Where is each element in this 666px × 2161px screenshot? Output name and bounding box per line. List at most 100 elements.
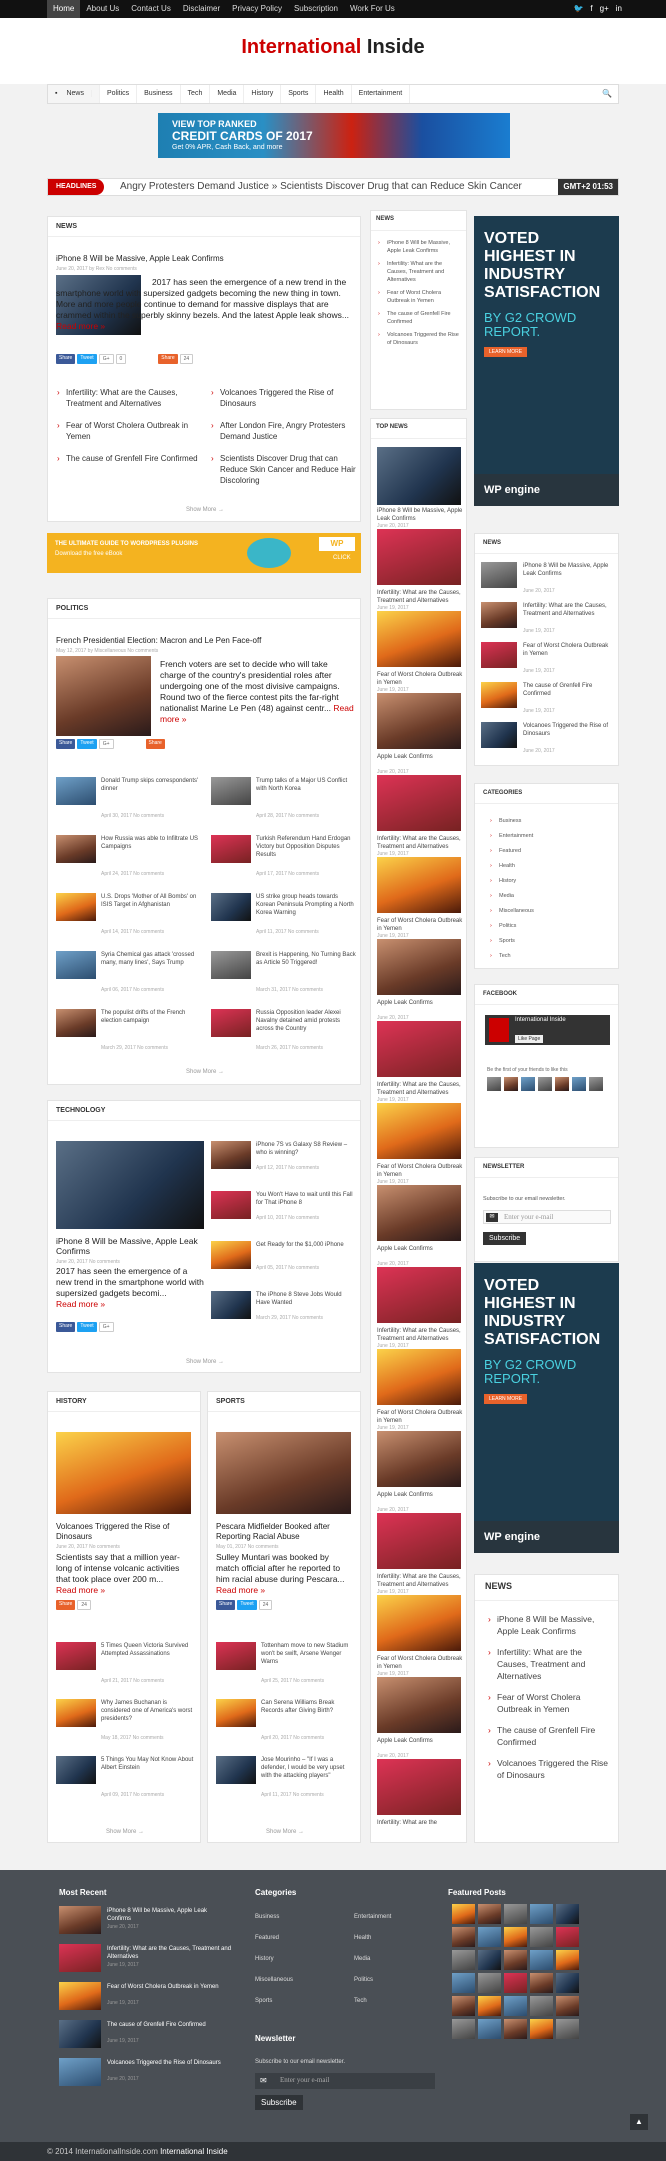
nav-news[interactable]: ▪ News	[48, 85, 100, 103]
share-pin-button[interactable]: Share	[145, 739, 165, 749]
footer-recent-title[interactable]: iPhone 8 Will be Massive, Apple Leak Con…	[107, 1907, 232, 1923]
list-title[interactable]: Russia Opposition leader Alexei Navalny …	[256, 1009, 356, 1033]
share-gplus-button[interactable]: G+	[98, 354, 114, 364]
tech-show-more[interactable]: Show More →	[48, 1359, 362, 1365]
list-title[interactable]: Turkish Referendum Hand Erdogan Victory …	[256, 835, 356, 859]
share-pin-button[interactable]: Share	[56, 1600, 76, 1610]
top-news-title[interactable]: Infertility: What are the Causes, Treatm…	[377, 589, 463, 605]
category-link[interactable]: Entertainment	[489, 829, 534, 844]
mid-news-link[interactable]: Infertility: What are the Causes, Treatm…	[377, 260, 463, 284]
fb-page-name[interactable]: International Inside	[515, 1017, 566, 1023]
list-thumb[interactable]	[211, 1191, 251, 1219]
sidebar-news-thumb[interactable]	[481, 642, 517, 668]
list-thumb[interactable]	[211, 777, 251, 805]
news-link[interactable]: Volcanoes Triggered the Rise of Dinosaur…	[210, 387, 358, 409]
news-show-more[interactable]: Show More →	[48, 507, 362, 513]
sidebar-news2-link[interactable]: The cause of Grenfell Fire Confirmed	[487, 1724, 612, 1748]
featured-thumb[interactable]	[504, 1950, 527, 1970]
featured-thumb[interactable]	[530, 1973, 553, 1993]
list-thumb[interactable]	[56, 777, 96, 805]
top-news-title[interactable]: Infertility: What are the Causes, Treatm…	[377, 1327, 463, 1343]
news-feature-title[interactable]: iPhone 8 Will be Massive, Apple Leak Con…	[56, 254, 346, 264]
footer-category-link[interactable]: Media	[354, 1956, 370, 1962]
list-title[interactable]: Syria Chemical gas attack 'crossed many,…	[101, 951, 201, 967]
footer-subscribe-button[interactable]: Subscribe	[255, 2095, 303, 2110]
share-gplus-button[interactable]: G+	[98, 739, 114, 749]
list-thumb[interactable]	[211, 1009, 251, 1037]
featured-thumb[interactable]	[478, 1950, 501, 1970]
footer-category-link[interactable]: Politics	[354, 1977, 373, 1983]
top-nav-home[interactable]: Home	[47, 0, 81, 18]
nav-tech[interactable]: Tech	[181, 85, 211, 103]
tech-read-more[interactable]: Read more »	[56, 1299, 105, 1309]
top-news-thumb[interactable]	[377, 857, 461, 913]
politics-feature-title[interactable]: French Presidential Election: Macron and…	[56, 636, 351, 646]
list-title[interactable]: The iPhone 8 Steve Jobs Would Have Wante…	[256, 1291, 356, 1307]
featured-thumb[interactable]	[478, 1973, 501, 1993]
list-title[interactable]: Tottenham move to new Stadium won't be s…	[261, 1642, 356, 1666]
top-nav-work[interactable]: Work For Us	[344, 0, 401, 18]
list-thumb[interactable]	[56, 1009, 96, 1037]
footer-recent-thumb[interactable]	[59, 1944, 101, 1972]
fb-like-button[interactable]: Like Page	[515, 1035, 544, 1043]
sidebar-news-title[interactable]: Volcanoes Triggered the Rise of Dinosaur…	[523, 722, 613, 738]
top-news-thumb[interactable]	[377, 1595, 461, 1651]
top-news-thumb[interactable]	[377, 1677, 461, 1733]
top-news-thumb[interactable]	[377, 693, 461, 749]
list-title[interactable]: Get Ready for the $1,000 iPhone	[256, 1241, 356, 1249]
top-news-title[interactable]: Apple Leak Confirms	[377, 999, 463, 1007]
featured-thumb[interactable]	[504, 1996, 527, 2016]
newsletter-field[interactable]: ✉ Enter your e-mail	[483, 1210, 611, 1224]
top-news-thumb[interactable]	[377, 1349, 461, 1405]
featured-thumb[interactable]	[452, 1996, 475, 2016]
footer-recent-title[interactable]: Volcanoes Triggered the Rise of Dinosaur…	[107, 2059, 232, 2067]
featured-thumb[interactable]	[530, 1904, 553, 1924]
category-link[interactable]: Media	[489, 889, 534, 904]
top-news-thumb[interactable]	[377, 611, 461, 667]
featured-thumb[interactable]	[556, 1996, 579, 2016]
list-thumb[interactable]	[216, 1642, 256, 1670]
share-gplus-button[interactable]: G+	[98, 1322, 114, 1332]
featured-thumb[interactable]	[556, 1927, 579, 1947]
footer-recent-thumb[interactable]	[59, 2058, 101, 2086]
subscribe-button[interactable]: Subscribe	[483, 1232, 527, 1245]
top-news-title[interactable]: Fear of Worst Cholera Outbreak in Yemen	[377, 1409, 463, 1425]
list-thumb[interactable]	[56, 1642, 96, 1670]
linkedin-icon[interactable]: in	[616, 4, 622, 13]
share-facebook-button[interactable]: Share	[56, 739, 76, 749]
google-plus-icon[interactable]: g+	[600, 4, 609, 13]
top-news-title[interactable]: iPhone 8 Will be Massive, Apple Leak Con…	[377, 507, 463, 523]
list-thumb[interactable]	[211, 1291, 251, 1319]
featured-thumb[interactable]	[556, 1973, 579, 1993]
nav-media[interactable]: Media	[210, 85, 245, 103]
sidebar-news2-link[interactable]: Volcanoes Triggered the Rise of Dinosaur…	[487, 1757, 612, 1781]
top-news-title[interactable]: Fear of Worst Cholera Outbreak in Yemen	[377, 1655, 463, 1671]
list-thumb[interactable]	[211, 893, 251, 921]
list-title[interactable]: Jose Mourinho – "If I was a defender, I …	[261, 1756, 356, 1780]
footer-category-link[interactable]: Health	[354, 1935, 371, 1941]
tech-feature-image[interactable]	[56, 1141, 204, 1229]
footer-newsletter-field[interactable]: ✉ Enter your e-mail	[255, 2073, 435, 2089]
top-news-thumb[interactable]	[377, 1185, 461, 1241]
share-twitter-button[interactable]: Tweet	[77, 1322, 97, 1332]
featured-thumb[interactable]	[556, 1904, 579, 1924]
featured-thumb[interactable]	[478, 1904, 501, 1924]
top-news-title[interactable]: Fear of Worst Cholera Outbreak in Yemen	[377, 1163, 463, 1179]
site-logo[interactable]: International Inside	[0, 36, 666, 59]
featured-thumb[interactable]	[530, 1996, 553, 2016]
list-thumb[interactable]	[211, 835, 251, 863]
sidebar-news-title[interactable]: Infertility: What are the Causes, Treatm…	[523, 602, 613, 618]
share-twitter-button[interactable]: Tweet	[77, 739, 97, 749]
sidebar-ad-2[interactable]: VOTED HIGHEST IN INDUSTRY SATISFACTION B…	[474, 1263, 619, 1553]
footer-category-link[interactable]: Business	[255, 1914, 279, 1920]
news-link[interactable]: The cause of Grenfell Fire Confirmed	[56, 453, 204, 464]
history-feature-title[interactable]: Volcanoes Triggered the Rise of Dinosaur…	[56, 1522, 191, 1542]
footer-category-link[interactable]: Entertainment	[354, 1914, 391, 1920]
footer-category-link[interactable]: Tech	[354, 1998, 367, 2004]
top-news-thumb[interactable]	[377, 1103, 461, 1159]
sports-read-more[interactable]: Read more »	[216, 1585, 265, 1595]
footer-recent-thumb[interactable]	[59, 1906, 101, 1934]
top-nav-disclaimer[interactable]: Disclaimer	[177, 0, 226, 18]
category-link[interactable]: Tech	[489, 949, 534, 964]
facebook-icon[interactable]: f	[590, 4, 592, 13]
